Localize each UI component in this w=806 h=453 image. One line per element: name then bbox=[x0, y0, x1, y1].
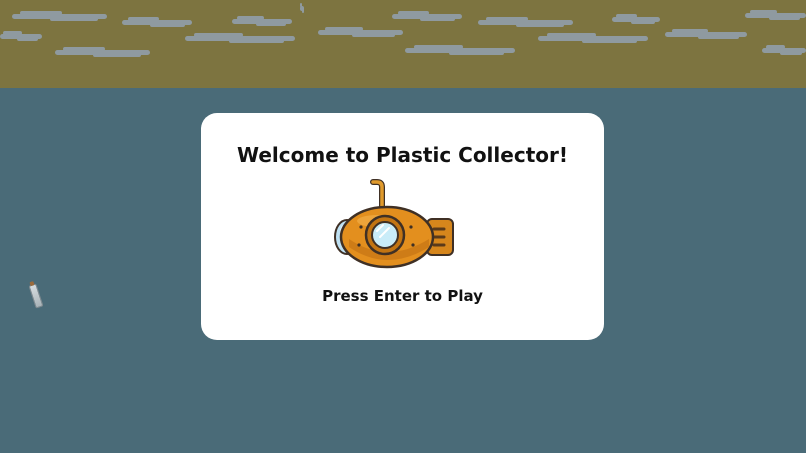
cloud bbox=[300, 3, 304, 13]
sky-background bbox=[0, 0, 806, 88]
cloud bbox=[185, 33, 295, 43]
cloud bbox=[745, 10, 806, 20]
cloud bbox=[405, 45, 515, 55]
submarine-icon bbox=[334, 179, 454, 269]
cloud bbox=[665, 29, 747, 39]
cloud bbox=[12, 11, 107, 21]
cloud bbox=[122, 17, 192, 27]
cloud bbox=[55, 47, 150, 57]
cloud bbox=[478, 17, 573, 27]
cloud bbox=[762, 45, 806, 55]
welcome-title: Welcome to Plastic Collector! bbox=[237, 143, 568, 167]
press-enter-prompt: Press Enter to Play bbox=[322, 287, 483, 305]
cloud bbox=[232, 16, 292, 26]
cloud bbox=[0, 31, 42, 41]
cloud bbox=[612, 14, 660, 24]
cloud bbox=[538, 33, 648, 43]
cloud bbox=[318, 27, 403, 37]
cloud bbox=[392, 11, 462, 21]
welcome-dialog: Welcome to Plastic Collector! Press Ente… bbox=[201, 113, 604, 340]
